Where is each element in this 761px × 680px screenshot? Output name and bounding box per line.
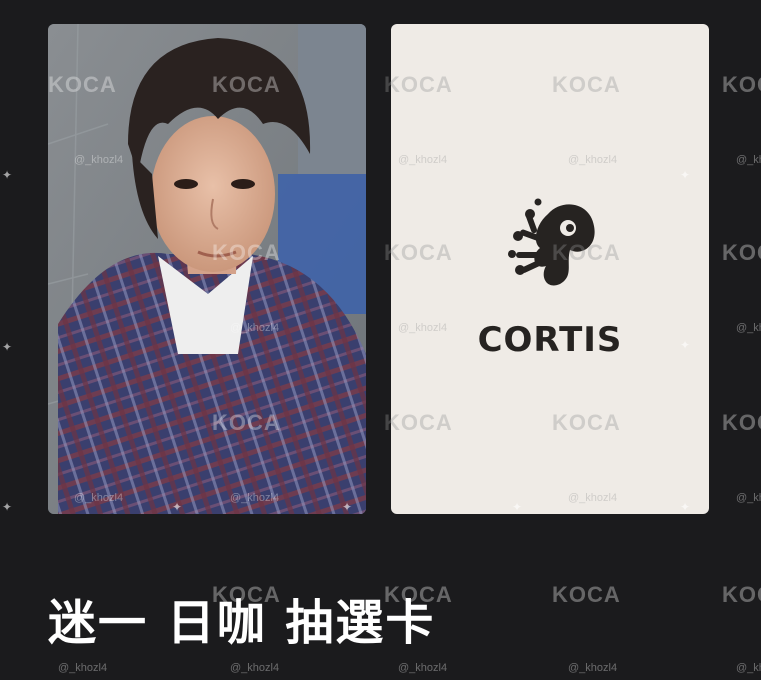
watermark-handle: @_khozl4 — [230, 662, 280, 674]
sparkle-icon: ✦ — [2, 340, 13, 354]
watermark-handle: @_khozl4 — [398, 662, 448, 674]
watermark-handle: @_khozl4 — [58, 662, 108, 674]
sparkle-icon: ✦ — [680, 500, 691, 514]
cortis-splash-logo-icon — [508, 198, 595, 286]
watermark-handle: @_khozl4 — [736, 492, 761, 504]
photocard-listing: CORTIS KOCA KOCA KOCA KOCA KOCA @_khozl4… — [0, 0, 761, 680]
sparkle-icon: ✦ — [342, 500, 353, 514]
watermark-brand: KOCA — [722, 410, 761, 435]
photocard-front — [48, 24, 366, 514]
sparkle-icon: ✦ — [172, 500, 183, 514]
watermark-brand: KOCA — [552, 582, 621, 607]
sparkle-icon: ✦ — [680, 168, 691, 182]
watermark-brand: KOCA — [722, 240, 761, 265]
watermark-brand: KOCA — [722, 72, 761, 97]
brand-name: CORTIS — [477, 320, 623, 360]
sparkle-icon: ✦ — [2, 500, 13, 514]
sparkle-icon: ✦ — [680, 338, 691, 352]
photocard-back: CORTIS — [391, 24, 709, 514]
sparkle-icon: ✦ — [512, 500, 523, 514]
sparkle-icon: ✦ — [2, 168, 13, 182]
watermark-handle: @_khozl4 — [736, 662, 761, 674]
watermark-handle: @_khozl4 — [736, 154, 761, 166]
watermark-handle: @_khozl4 — [736, 322, 761, 334]
watermark-handle: @_khozl4 — [568, 662, 618, 674]
watermark-brand: KOCA — [722, 582, 761, 607]
listing-caption: 迷一 日咖 抽選卡 — [48, 595, 436, 651]
selfie-photo — [48, 24, 366, 514]
brand-logo: CORTIS — [391, 184, 709, 360]
